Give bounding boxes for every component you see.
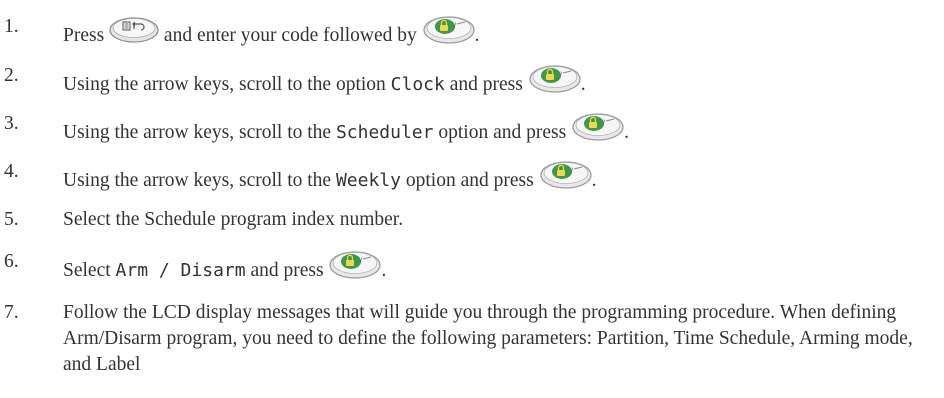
step-number: 6.	[4, 251, 19, 272]
step-text-end: .	[591, 170, 597, 191]
step-text: Using the arrow keys, scroll to the Week…	[63, 159, 596, 194]
step-text-post: option and press	[405, 170, 534, 191]
step-number: 7.	[4, 302, 19, 323]
step-text-pre: Using the arrow keys, scroll to the	[63, 170, 332, 191]
step-text: Using the arrow keys, scroll to the Sche…	[63, 111, 629, 146]
step-text-end: .	[381, 260, 387, 281]
step-number: 4.	[4, 161, 19, 182]
step-text-post: and press	[449, 74, 523, 95]
step-text-pre: Press	[63, 25, 105, 46]
menu-option-code: Arm / Disarm	[115, 260, 246, 281]
step-text-end: .	[624, 122, 629, 143]
step-number: 1.	[4, 16, 19, 37]
step-text-pre: Using the arrow keys, scroll to the opti…	[63, 74, 386, 95]
ok-arm-key-icon	[423, 14, 475, 44]
menu-option-code: Weekly	[335, 170, 401, 191]
step-text-end: .	[474, 25, 480, 46]
menu-option-code: Clock	[390, 74, 445, 95]
step-text-pre: Using the arrow keys, scroll to the	[63, 122, 332, 143]
step-text: Follow the LCD display messages that wil…	[63, 302, 913, 375]
menu-option-code: Scheduler	[335, 122, 434, 143]
ok-arm-key-icon	[539, 159, 592, 189]
step-text-post: option and press	[438, 122, 567, 143]
step-text: Select the Schedule program index number…	[63, 209, 404, 230]
step-text: Press and enter your code followed by .	[63, 14, 480, 49]
step-number: 5.	[4, 209, 19, 230]
step-text: Select Arm / Disarm and press .	[63, 249, 386, 284]
ok-arm-key-icon	[572, 111, 624, 141]
ok-arm-key-icon	[329, 249, 382, 279]
step-text-post: and press	[250, 260, 324, 281]
step-number: 3.	[4, 113, 19, 134]
step-text-pre: Select	[63, 260, 111, 281]
step-text: Using the arrow keys, scroll to the opti…	[63, 63, 586, 98]
menu-back-key-icon	[109, 16, 159, 43]
step-text-mid: and enter your code followed by	[163, 25, 417, 46]
step-text-end: .	[580, 74, 586, 95]
ok-arm-key-icon	[529, 63, 581, 93]
step-number: 2.	[4, 65, 19, 86]
